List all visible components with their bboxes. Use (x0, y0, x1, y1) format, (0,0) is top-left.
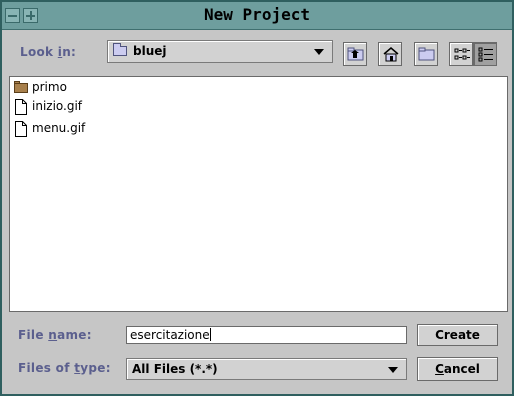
files-of-type-label: Files of type: (18, 361, 111, 375)
list-view-button[interactable] (449, 42, 473, 66)
file-list[interactable]: primo inizio.gif menu.gif (9, 76, 508, 312)
new-folder-icon (418, 47, 435, 61)
text-caret (209, 328, 211, 341)
window-title: New Project (204, 5, 310, 24)
file-name-input[interactable]: esercitazione (126, 326, 407, 344)
new-project-dialog: New Project Look in: bluej primo inizio.… (0, 0, 514, 396)
title-bar[interactable]: New Project (2, 2, 512, 30)
file-name: inizio.gif (32, 99, 83, 113)
files-of-type-value: All Files (*.*) (132, 362, 218, 376)
details-view-button[interactable] (473, 42, 497, 66)
file-icon (15, 99, 27, 115)
new-folder-button[interactable] (414, 42, 438, 66)
look-in-combo[interactable]: bluej (107, 40, 333, 63)
look-in-label: Look in: (20, 45, 77, 59)
files-of-type-combo[interactable]: All Files (*.*) (126, 358, 407, 380)
folder-up-icon (347, 47, 364, 61)
list-view-icon (454, 48, 470, 60)
home-button[interactable] (378, 42, 402, 66)
cancel-button[interactable]: Cancel (417, 357, 498, 381)
file-name: menu.gif (32, 121, 86, 135)
details-view-icon (478, 47, 493, 62)
file-icon (15, 121, 27, 137)
home-icon (383, 47, 399, 62)
file-name: primo (32, 80, 67, 94)
create-button[interactable]: Create (417, 324, 498, 346)
look-in-value: bluej (133, 44, 167, 58)
file-name-label: File name: (18, 328, 92, 342)
chevron-down-icon (314, 49, 324, 55)
file-name-value: esercitazione (130, 328, 210, 342)
up-one-level-button[interactable] (343, 42, 367, 66)
chevron-down-icon (388, 367, 398, 373)
folder-icon (14, 81, 28, 93)
folder-icon (113, 43, 127, 56)
